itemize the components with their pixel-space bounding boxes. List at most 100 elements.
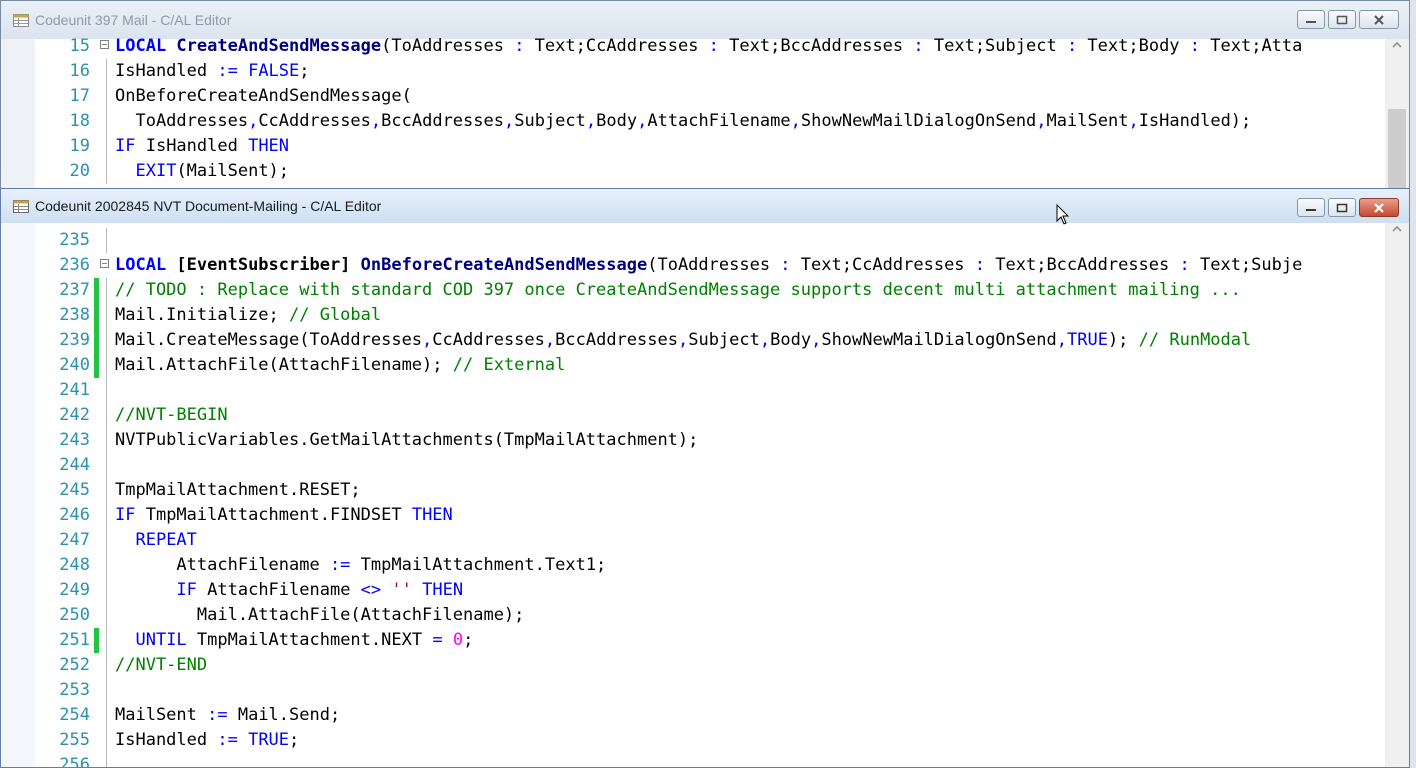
code-token: //NVT-END [115, 655, 208, 675]
line-number: 237 [59, 280, 90, 300]
fold-guide [106, 159, 107, 184]
line-number: 240 [59, 355, 90, 375]
minimize-button[interactable] [1297, 10, 1325, 29]
code-token: Body [770, 330, 812, 350]
line-number: 249 [59, 580, 90, 600]
code-token: <> [360, 580, 382, 600]
code-token: (ToAddresses [381, 36, 515, 56]
code-token: Mail.AttachFile(AttachFilename); [115, 355, 453, 375]
scroll-thumb[interactable] [1388, 109, 1406, 189]
code-token: : [514, 36, 525, 56]
code-token: , [1056, 330, 1067, 350]
code-text: //NVT-END [115, 653, 207, 678]
line-number: 253 [59, 680, 90, 700]
fold-guide [106, 628, 107, 653]
code-token: Mail.AttachFile(AttachFilename); [115, 605, 525, 625]
code-token: Subject [514, 111, 586, 131]
code-token: : [1189, 36, 1201, 56]
vertical-scrollbar[interactable] [1385, 223, 1409, 767]
code-token: TRUE [1066, 330, 1108, 350]
line-number: 239 [59, 330, 90, 350]
code-editor[interactable]: 15 LOCAL CreateAndSendMessage(ToAddresses… [35, 36, 1409, 189]
code-token: Body [596, 111, 638, 131]
code-token: CcAddresses [258, 111, 371, 131]
fold-guide [106, 84, 107, 109]
code-token: IsHandled [115, 730, 218, 750]
fold-guide [106, 353, 107, 378]
code-text: OnBeforeCreateAndSendMessage( [115, 84, 412, 109]
code-token: THEN [248, 136, 290, 156]
minimize-icon [1306, 208, 1316, 211]
scroll-up-arrow[interactable] [1390, 225, 1404, 235]
code-text: //NVT-BEGIN [115, 403, 228, 428]
line-number: 242 [59, 405, 90, 425]
vertical-scrollbar[interactable] [1385, 39, 1409, 189]
scroll-up-arrow[interactable] [1390, 41, 1404, 51]
code-token: := [217, 61, 238, 81]
code-token: IsHandled [115, 61, 218, 81]
code-token: , [503, 111, 515, 131]
code-token: , [544, 330, 556, 350]
line-number: 20 [69, 161, 90, 181]
code-token: AttachFilename [115, 555, 330, 575]
close-button[interactable] [1359, 198, 1399, 217]
window-controls [1297, 10, 1399, 29]
fold-collapse-icon[interactable] [100, 259, 109, 268]
code-text: IF TmpMailAttachment.FINDSET THEN [115, 503, 453, 528]
code-token: : [1066, 36, 1078, 56]
fold-guide [106, 703, 107, 728]
fold-guide [106, 403, 107, 428]
code-token: CreateAndSendMessage [176, 36, 382, 56]
code-text: Mail.AttachFile(AttachFilename); [115, 603, 525, 628]
code-token: Text;BccAddresses [718, 36, 914, 56]
editor-window-cod2002845[interactable]: Codeunit 2002845 NVT Document-Mailing - … [0, 188, 1410, 768]
window-title: Codeunit 397 Mail - C/AL Editor [35, 12, 232, 28]
mouse-cursor-icon [1056, 204, 1070, 225]
fold-collapse-icon[interactable] [100, 40, 109, 49]
code-token: TmpMailAttachment.Text1; [350, 555, 607, 575]
code-token: //NVT-BEGIN [115, 405, 228, 425]
line-number: 248 [59, 555, 90, 575]
code-token: = [432, 630, 443, 650]
close-icon [1374, 202, 1384, 213]
code-token: Text;CcAddresses [790, 255, 975, 275]
minimize-button[interactable] [1297, 198, 1325, 217]
maximize-button[interactable] [1328, 10, 1356, 29]
fold-guide [106, 328, 107, 353]
code-token: TmpMailAttachment.NEXT [186, 630, 433, 650]
fold-guide [106, 109, 107, 134]
code-text: LOCAL CreateAndSendMessage(ToAddresses :… [115, 34, 1302, 59]
code-token: (MailSent); [176, 161, 290, 181]
maximize-button[interactable] [1328, 198, 1356, 217]
code-text: IF IsHandled THEN [115, 134, 289, 159]
code-token: IF [115, 505, 136, 525]
editor-window-cod397[interactable]: Codeunit 397 Mail - C/AL Editor 15 LOCAL … [0, 0, 1410, 190]
close-button[interactable] [1359, 10, 1399, 29]
code-token: '' [391, 580, 412, 600]
code-token: IF [115, 136, 136, 156]
code-token: (ToAddresses [647, 255, 781, 275]
editor-margin [1, 39, 35, 189]
code-token: := [207, 705, 228, 725]
code-editor[interactable]: 235 236 LOCAL [EventSubscriber] OnBeforeCr… [35, 223, 1409, 767]
code-token: [EventSubscriber] [176, 255, 361, 275]
code-text: IF AttachFilename <> '' THEN [115, 578, 463, 603]
fold-guide [106, 228, 107, 253]
code-token: ; [289, 730, 300, 750]
code-token: IF [176, 580, 197, 600]
line-number: 245 [59, 480, 90, 500]
code-text: MailSent := Mail.Send; [115, 703, 340, 728]
code-text: Mail.Initialize; // Global [115, 303, 381, 328]
maximize-icon [1336, 15, 1348, 24]
code-text: ToAddresses,CcAddresses,BccAddresses,Sub… [115, 109, 1251, 134]
code-token: ShowNewMailDialogOnSend [821, 330, 1057, 350]
title-bar[interactable]: Codeunit 2002845 NVT Document-Mailing - … [1, 189, 1409, 223]
code-token: Mail.CreateMessage(ToAddresses [115, 330, 423, 350]
code-text: UNTIL TmpMailAttachment.NEXT = 0; [115, 628, 473, 653]
